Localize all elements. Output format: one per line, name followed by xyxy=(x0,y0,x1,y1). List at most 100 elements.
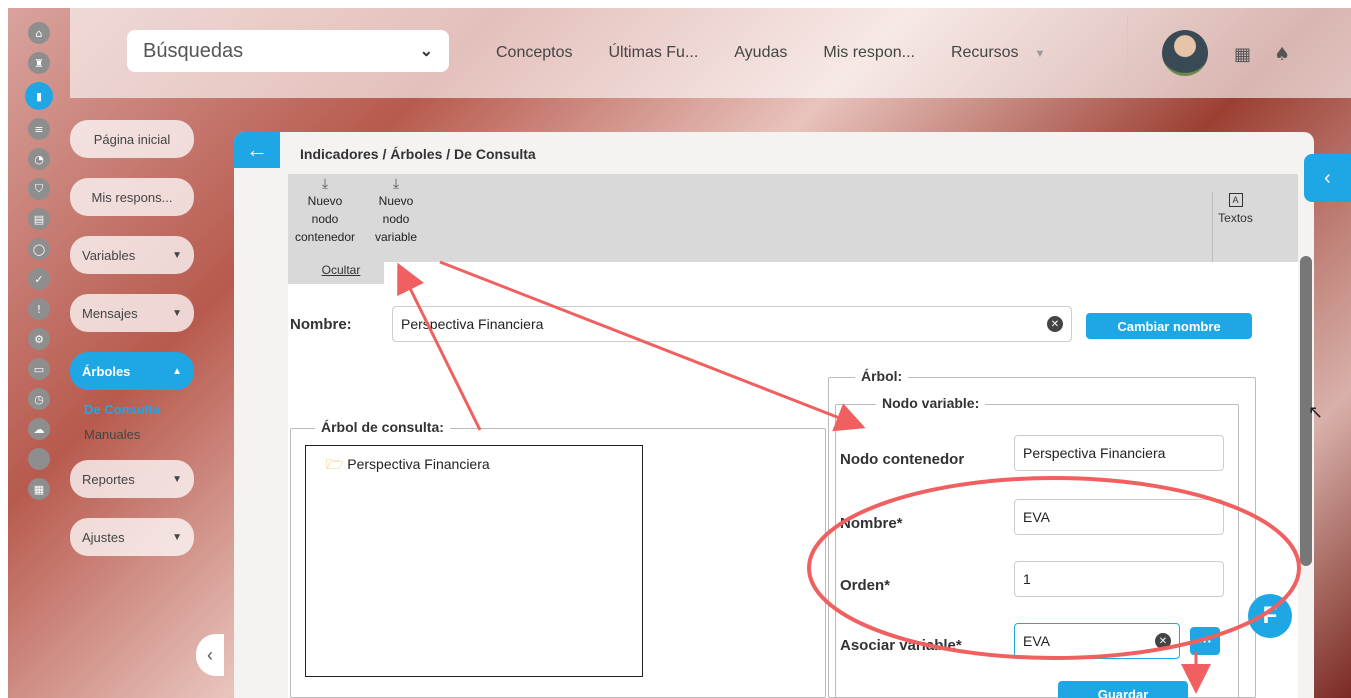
cloud-icon[interactable]: ☁ xyxy=(28,418,50,440)
tool-label: nodo xyxy=(311,212,339,226)
tool-label: nodo xyxy=(382,212,410,226)
side-panel-toggle[interactable]: ‹ xyxy=(1304,154,1351,202)
toolbar: ⤓ Nuevo nodo contenedor ⤓ Nuevo nodo var… xyxy=(288,174,1298,262)
tree-legend: Árbol de consulta: xyxy=(315,419,450,435)
blank-icon[interactable] xyxy=(28,448,50,470)
submenu-de-consulta[interactable]: De Consulta xyxy=(70,402,194,417)
orden-input[interactable]: 1 xyxy=(1014,561,1224,597)
node-legend: Nodo variable: xyxy=(876,395,986,411)
menu-label: Página inicial xyxy=(93,131,171,147)
tree-node-root[interactable]: 🗁 Perspectiva Financiera xyxy=(326,454,490,478)
menu-label: Variables xyxy=(82,247,136,263)
main-panel: ← Indicadores / Árboles / De Consulta ⤓ … xyxy=(234,132,1314,698)
caret-down-icon: ▼ xyxy=(172,249,182,261)
browse-variable-button[interactable]: ··· xyxy=(1190,627,1220,655)
menu-label: Ajustes xyxy=(82,529,125,545)
side-menu: Página inicial Mis respons... Variables ▼… xyxy=(70,120,194,576)
download-icon: ⤓ xyxy=(321,175,329,191)
top-nav: Conceptos Últimas Fu... Ayudas Mis respo… xyxy=(496,44,1045,62)
menu-mensajes[interactable]: Mensajes ▼ xyxy=(70,294,194,332)
collapse-menu-button[interactable]: ‹ xyxy=(196,634,224,676)
clock-icon[interactable]: ◷ xyxy=(28,388,50,410)
mouse-cursor-icon: ↖ xyxy=(1308,402,1324,423)
gears-icon[interactable]: ⚙ xyxy=(28,328,50,350)
save-button[interactable]: Guardar xyxy=(1058,681,1188,698)
name-value: Perspectiva Financiera xyxy=(401,316,544,332)
left-frame xyxy=(0,0,8,698)
menu-variables[interactable]: Variables ▼ xyxy=(70,236,194,274)
asociar-input[interactable]: EVA ✕ xyxy=(1014,623,1180,659)
menu-label: Mis respons... xyxy=(91,189,173,205)
menu-label: Reportes xyxy=(82,471,135,487)
list-icon[interactable]: ≡ xyxy=(28,118,50,140)
top-frame xyxy=(0,0,1351,8)
top-bar: Búsquedas ⌄ Conceptos Últimas Fu... Ayud… xyxy=(70,8,1351,98)
warning-icon[interactable]: ! xyxy=(28,298,50,320)
new-container-node-button[interactable]: ⤓ Nuevo nodo contenedor xyxy=(290,174,360,246)
menu-pagina-inicial[interactable]: Página inicial xyxy=(70,120,194,158)
container-value: Perspectiva Financiera xyxy=(1023,445,1166,461)
shield-icon[interactable]: ⛉ xyxy=(28,178,50,200)
orden-value: 1 xyxy=(1023,571,1031,587)
fab-button[interactable]: F xyxy=(1248,594,1292,638)
clear-icon[interactable]: ✕ xyxy=(1155,633,1171,649)
nombre-input[interactable]: EVA xyxy=(1014,499,1224,535)
tool-label: Nuevo xyxy=(378,194,414,208)
download-icon: ⤓ xyxy=(392,175,400,191)
menu-reportes[interactable]: Reportes ▼ xyxy=(70,460,194,498)
check-icon[interactable]: ✓ xyxy=(28,268,50,290)
nav-ultimas[interactable]: Últimas Fu... xyxy=(609,44,699,62)
document-icon[interactable]: ▤ xyxy=(28,208,50,230)
avatar[interactable] xyxy=(1162,30,1208,76)
calendar-icon[interactable]: ▦ xyxy=(28,478,50,500)
circle-icon[interactable]: ◯ xyxy=(28,238,50,260)
icon-rail: ⌂ ♜ ▮ ≡ ◔ ⛉ ▤ ◯ ✓ ! ⚙ ▭ ◷ ☁ ▦ xyxy=(14,14,64,698)
asociar-value: EVA xyxy=(1023,633,1050,649)
clear-icon[interactable]: ✕ xyxy=(1047,316,1063,332)
container-label: Nodo contenedor xyxy=(840,451,965,468)
arbol-fieldset: Árbol: Nodo variable: Nodo contenedor Pe… xyxy=(828,368,1256,698)
tree-fieldset: Árbol de consulta: 🗁 Perspectiva Financi… xyxy=(290,419,826,698)
chess-icon[interactable]: ♜ xyxy=(28,52,50,74)
nav-conceptos[interactable]: Conceptos xyxy=(496,44,573,62)
name-input[interactable]: Perspectiva Financiera ✕ xyxy=(392,306,1072,342)
nav-mis-respon[interactable]: Mis respon... xyxy=(823,44,915,62)
back-arrow-icon[interactable]: ← xyxy=(234,132,280,168)
caret-down-icon: ▼ xyxy=(172,473,182,485)
hide-toolbar-link[interactable]: Ocultar xyxy=(288,262,384,284)
content-area: ⤓ Nuevo nodo contenedor ⤓ Nuevo nodo var… xyxy=(288,174,1298,698)
submenu-manuales[interactable]: Manuales xyxy=(70,427,194,442)
breadcrumb: Indicadores / Árboles / De Consulta xyxy=(300,146,536,162)
nav-more-icon[interactable]: ▼ xyxy=(1035,44,1046,62)
chevron-down-icon: ⌄ xyxy=(419,43,433,60)
home-icon[interactable]: ⌂ xyxy=(28,22,50,44)
nav-recursos[interactable]: Recursos xyxy=(951,44,1019,62)
bell-icon[interactable]: ♠ xyxy=(1274,44,1290,65)
calendar-icon[interactable]: ▦ xyxy=(1234,44,1251,65)
chart-icon[interactable]: ▮ xyxy=(25,82,53,110)
menu-ajustes[interactable]: Ajustes ▼ xyxy=(70,518,194,556)
nombre-label: Nombre* xyxy=(840,515,903,532)
search-label: Búsquedas xyxy=(143,39,244,62)
rename-button[interactable]: Cambiar nombre xyxy=(1086,313,1252,339)
tool-label: contenedor xyxy=(294,230,356,244)
tool-label: variable xyxy=(374,230,418,244)
container-input[interactable]: Perspectiva Financiera xyxy=(1014,435,1224,471)
caret-down-icon: ▼ xyxy=(172,307,182,319)
menu-mis-respons[interactable]: Mis respons... xyxy=(70,178,194,216)
new-variable-node-button[interactable]: ⤓ Nuevo nodo variable xyxy=(368,174,424,246)
texts-button[interactable]: A Textos xyxy=(1212,192,1258,262)
orden-label: Orden* xyxy=(840,577,891,594)
tree-view: 🗁 Perspectiva Financiera xyxy=(305,445,643,677)
presentation-icon[interactable]: ▭ xyxy=(28,358,50,380)
texts-label: Textos xyxy=(1218,211,1253,225)
pie-icon[interactable]: ◔ xyxy=(28,148,50,170)
nav-ayudas[interactable]: Ayudas xyxy=(734,44,787,62)
asociar-label: Asociar variable* xyxy=(840,637,962,654)
tool-label: Nuevo xyxy=(307,194,343,208)
node-variable-fieldset: Nodo variable: Nodo contenedor Perspecti… xyxy=(835,395,1239,698)
arbol-legend: Árbol: xyxy=(855,368,909,384)
search-dropdown[interactable]: Búsquedas ⌄ xyxy=(127,30,449,72)
menu-arboles[interactable]: Árboles ▲ xyxy=(70,352,194,390)
caret-down-icon: ▼ xyxy=(172,531,182,543)
